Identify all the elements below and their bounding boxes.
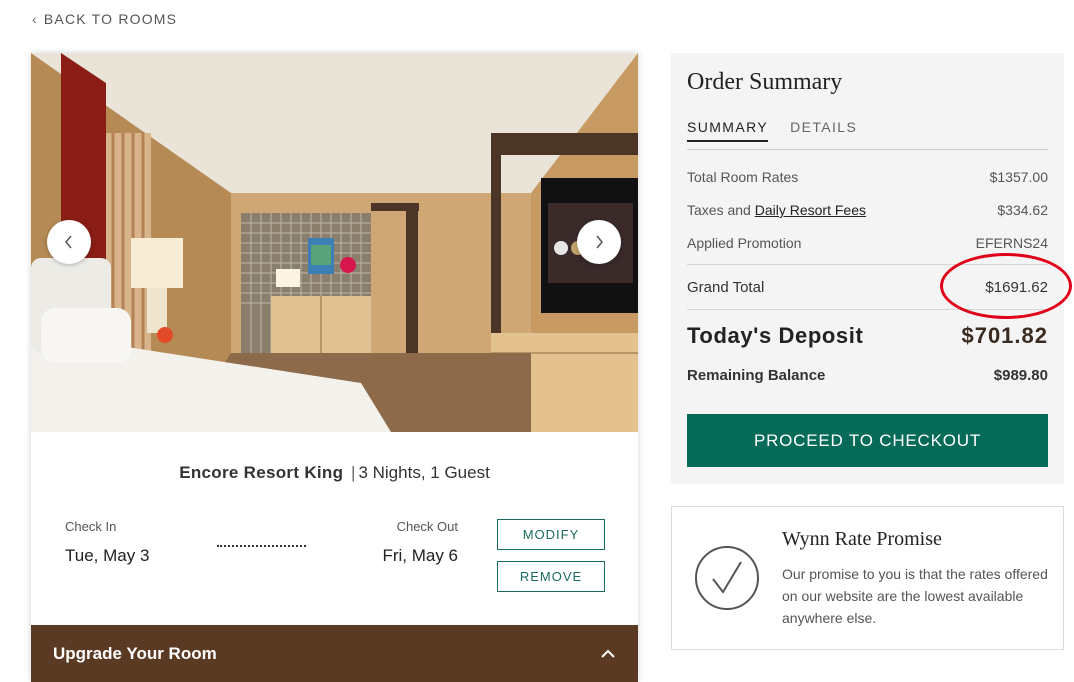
- back-to-rooms-link[interactable]: ‹ BACK TO ROOMS: [32, 11, 177, 27]
- chevron-up-icon: [600, 649, 616, 659]
- tab-details[interactable]: DETAILS: [790, 119, 857, 142]
- rate-promise-title: Wynn Rate Promise: [782, 528, 942, 550]
- proceed-to-checkout-button[interactable]: PROCEED TO CHECKOUT: [687, 414, 1048, 467]
- applied-promotion-value: EFERNS24: [975, 235, 1048, 251]
- taxes-value: $334.62: [997, 202, 1048, 218]
- remaining-balance-label: Remaining Balance: [687, 367, 826, 384]
- room-details: 3 Nights, 1 Guest: [358, 463, 490, 482]
- grand-total-row: Grand Total $1691.62: [687, 279, 1048, 296]
- order-summary-title: Order Summary: [687, 69, 843, 95]
- remaining-balance-value: $989.80: [993, 367, 1048, 384]
- taxes-row: Taxes and Daily Resort Fees $334.62: [687, 202, 1048, 218]
- stay-dotted-divider: [217, 545, 306, 547]
- room-title: Encore Resort King | 3 Nights, 1 Guest: [31, 463, 638, 483]
- applied-promotion-row: Applied Promotion EFERNS24: [687, 235, 1048, 251]
- rate-promise-text: Our promise to you is that the rates off…: [782, 566, 1048, 626]
- check-out-date: Fri, May 6: [382, 546, 458, 565]
- rate-promise-card: Wynn Rate Promise Our promise to you is …: [671, 506, 1064, 650]
- room-photo-illustration: [31, 53, 638, 432]
- tab-summary[interactable]: SUMMARY: [687, 119, 769, 142]
- upgrade-room-toggle[interactable]: Upgrade Your Room: [31, 625, 638, 682]
- back-to-rooms-label: BACK TO ROOMS: [43, 11, 178, 27]
- applied-promotion-label: Applied Promotion: [687, 235, 802, 251]
- checkmark-circle-icon: [695, 546, 759, 610]
- room-name: Encore Resort King: [179, 463, 344, 482]
- photo-prev-button[interactable]: [47, 220, 91, 264]
- upgrade-room-label: Upgrade Your Room: [53, 643, 217, 663]
- total-room-rates-value: $1357.00: [989, 169, 1048, 185]
- chevron-right-icon: [596, 235, 603, 249]
- total-room-rates-row: Total Room Rates $1357.00: [687, 169, 1048, 185]
- room-card: Encore Resort King | 3 Nights, 1 Guest Ch…: [31, 53, 638, 682]
- order-summary-panel: Order Summary SUMMARY DETAILS Total Room…: [671, 53, 1064, 484]
- order-summary-tabs: SUMMARY DETAILS: [687, 119, 857, 142]
- check-in-block: Check In Tue, May 3: [65, 519, 149, 566]
- room-photo: [31, 53, 638, 432]
- check-out-block: Check Out Fri, May 6: [378, 519, 458, 566]
- summary-divider: [687, 309, 1048, 310]
- check-in-date: Tue, May 3: [65, 546, 150, 565]
- todays-deposit-value: $701.82: [961, 323, 1048, 348]
- room-title-separator: |: [351, 463, 356, 482]
- check-out-label: Check Out: [396, 519, 458, 534]
- total-room-rates-label: Total Room Rates: [687, 169, 799, 185]
- grand-total-label: Grand Total: [687, 279, 765, 296]
- tabs-divider: [687, 149, 1048, 150]
- todays-deposit-row: Today's Deposit $701.82: [687, 323, 1048, 349]
- grand-total-value: $1691.62: [985, 279, 1048, 296]
- daily-resort-fees-link[interactable]: Daily Resort Fees: [755, 202, 866, 218]
- remove-button[interactable]: REMOVE: [497, 561, 605, 592]
- chevron-left-icon: [65, 235, 72, 249]
- remaining-balance-row: Remaining Balance $989.80: [687, 367, 1048, 384]
- check-in-label: Check In: [65, 519, 117, 534]
- chevron-left-icon: ‹: [32, 11, 38, 27]
- taxes-label: Taxes and Daily Resort Fees: [687, 202, 866, 218]
- modify-button[interactable]: MODIFY: [497, 519, 605, 550]
- photo-next-button[interactable]: [577, 220, 621, 264]
- todays-deposit-label: Today's Deposit: [687, 323, 864, 348]
- summary-divider: [687, 264, 1048, 265]
- taxes-prefix: Taxes and: [687, 202, 751, 218]
